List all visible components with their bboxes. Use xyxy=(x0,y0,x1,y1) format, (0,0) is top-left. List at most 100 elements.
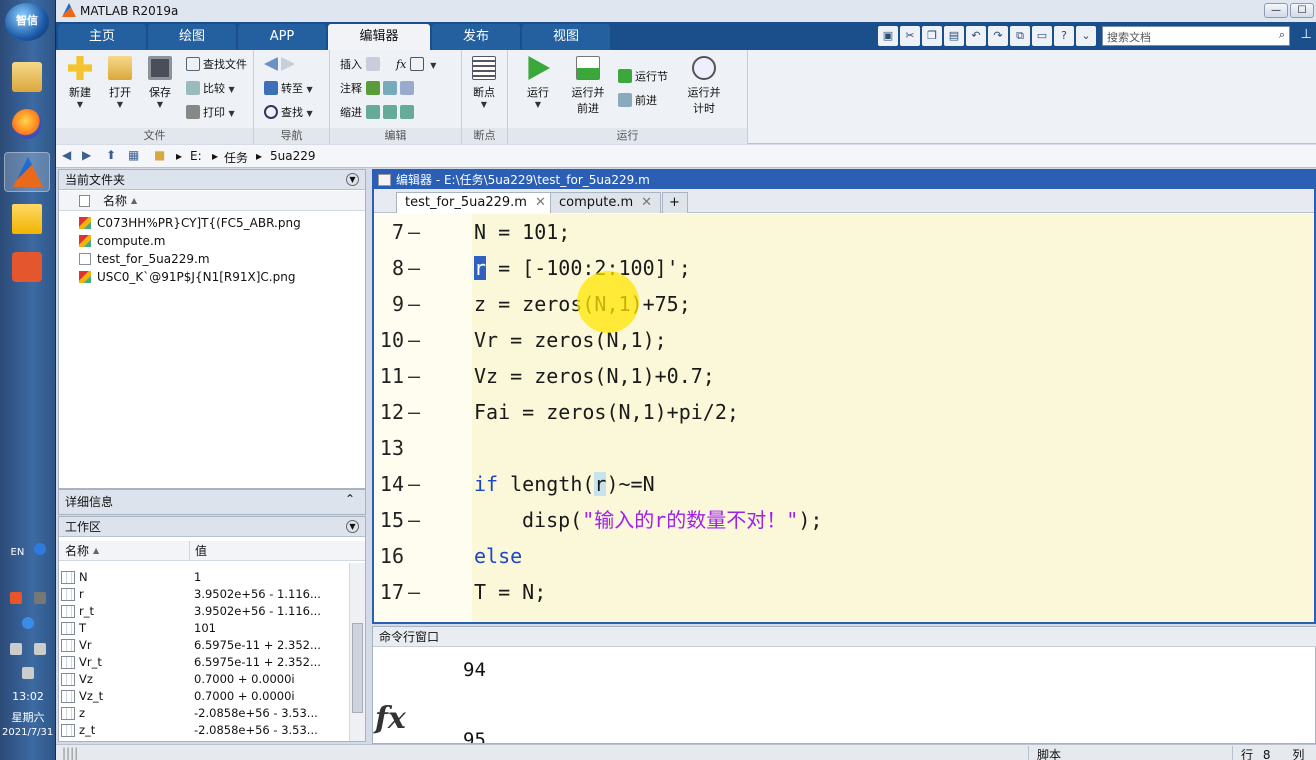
tab-home[interactable]: 主页 xyxy=(58,24,146,50)
tab-view[interactable]: 视图 xyxy=(522,24,610,50)
save-button[interactable]: 保存 ▼ xyxy=(140,54,180,109)
run-section-button[interactable]: 运行节 xyxy=(618,68,668,86)
signal-icon[interactable] xyxy=(33,643,46,655)
command-window[interactable]: 命令行窗口 94 95 fx xyxy=(372,626,1316,744)
qat-save-icon[interactable]: ▣ xyxy=(878,26,898,46)
qat-more-icon[interactable]: ⌄ xyxy=(1076,26,1096,46)
nav-forward-icon[interactable] xyxy=(281,57,295,71)
volume-icon[interactable] xyxy=(22,667,34,679)
breadcrumb-folder-2[interactable]: 5ua229 xyxy=(270,149,316,163)
nav-back-icon[interactable] xyxy=(264,57,278,71)
code-area[interactable]: 7—N = 101; 8—r = [-100:2:100]'; 9—z = ze… xyxy=(374,214,1314,622)
goto-button[interactable]: 转至 ▼ xyxy=(264,80,313,98)
file-name-column-header[interactable]: 名称 ▲ xyxy=(59,191,365,211)
workspace-row[interactable]: Vr_t 6.5975e-11 + 2.352... xyxy=(59,654,349,671)
workspace-row[interactable]: r_t 3.9502e+56 - 1.116... xyxy=(59,603,349,620)
compare-button[interactable]: 比较 ▼ xyxy=(186,80,235,98)
breakpoint-marker[interactable]: — xyxy=(408,286,420,322)
run-button[interactable]: 运行 ▼ xyxy=(518,54,558,109)
back-icon[interactable]: ◀ xyxy=(62,148,78,164)
breakpoint-marker[interactable]: — xyxy=(408,214,420,250)
code-text[interactable]: N = 101; xyxy=(474,214,570,250)
qat-redo-icon[interactable]: ↷ xyxy=(988,26,1008,46)
workspace-row[interactable]: T 101 xyxy=(59,620,349,637)
breakpoint-marker[interactable]: — xyxy=(408,358,420,394)
minimize-button[interactable]: — xyxy=(1264,3,1288,18)
panel-menu-icon[interactable]: ▼ xyxy=(346,173,359,186)
breakpoint-marker[interactable]: — xyxy=(408,466,420,502)
tab-apps[interactable]: APP xyxy=(238,24,326,50)
workspace-row[interactable]: r 3.9502e+56 - 1.116... xyxy=(59,586,349,603)
battery-icon[interactable] xyxy=(10,643,23,655)
tray-chip-icon[interactable] xyxy=(33,592,46,604)
breadcrumb-drive[interactable]: E: xyxy=(190,149,202,163)
workspace-name-column[interactable]: 名称 xyxy=(65,541,89,561)
tab-plots[interactable]: 绘图 xyxy=(148,24,236,50)
new-tab-button[interactable]: + xyxy=(662,192,688,213)
run-and-advance-button[interactable]: 运行并 前进 xyxy=(568,54,608,116)
code-text[interactable]: Fai = zeros(N,1)+pi/2; xyxy=(474,394,739,430)
qat-undo-icon[interactable]: ↶ xyxy=(966,26,986,46)
language-indicator[interactable]: EN xyxy=(0,543,56,558)
qat-copy-icon[interactable]: ❐ xyxy=(922,26,942,46)
forward-icon[interactable]: ▶ xyxy=(82,148,98,164)
breadcrumb-folder-1[interactable]: 任务 xyxy=(224,149,248,166)
maximize-button[interactable]: ☐ xyxy=(1290,3,1314,18)
uncomment-icon[interactable] xyxy=(382,81,397,95)
file-row[interactable]: test_for_5ua229.m xyxy=(79,250,210,268)
code-text[interactable]: else xyxy=(474,538,522,574)
run-and-time-button[interactable]: 运行并 计时 xyxy=(684,54,724,116)
qat-paste-icon[interactable]: ▤ xyxy=(944,26,964,46)
code-text[interactable]: Vz = zeros(N,1)+0.7; xyxy=(474,358,715,394)
search-icon[interactable]: ⌕ xyxy=(1279,28,1285,42)
qat-cut-icon[interactable]: ✂ xyxy=(900,26,920,46)
breakpoint-marker[interactable]: — xyxy=(408,322,420,358)
new-button[interactable]: 新建 ▼ xyxy=(60,54,100,109)
close-tab-icon[interactable]: ✕ xyxy=(535,195,546,210)
file-row[interactable]: C073HH%PR}CY]T{(FC5_ABR.png xyxy=(79,214,301,232)
tray-shield-icon[interactable] xyxy=(22,617,34,629)
print-button[interactable]: 打印 ▼ xyxy=(186,104,235,122)
code-text[interactable]: disp("输入的r的数量不对！"); xyxy=(522,502,822,538)
wrap-comment-icon[interactable] xyxy=(399,81,414,95)
code-text[interactable]: r = [-100:2:100]'; xyxy=(474,250,691,286)
workspace-row[interactable]: Vr 6.5975e-11 + 2.352... xyxy=(59,637,349,654)
code-text[interactable]: T = N; xyxy=(474,574,546,610)
taskbar-pdf[interactable] xyxy=(4,248,50,288)
pin-icon[interactable]: ⊥ xyxy=(1301,27,1312,42)
qat-help-icon[interactable]: ? xyxy=(1054,26,1074,46)
start-orb[interactable]: 智信 xyxy=(5,3,49,41)
workspace-row[interactable]: Vz_t 0.7000 + 0.0000i xyxy=(59,688,349,705)
code-text[interactable]: Vr = zeros(N,1); xyxy=(474,322,667,358)
tab-publish[interactable]: 发布 xyxy=(432,24,520,50)
find-button[interactable]: 查找 ▼ xyxy=(264,104,313,122)
clock-time[interactable]: 13:02 xyxy=(0,690,56,703)
breakpoint-marker[interactable]: — xyxy=(408,502,420,538)
function-browser-icon[interactable]: fx xyxy=(375,701,406,736)
breakpoint-marker[interactable]: — xyxy=(408,250,420,286)
search-documentation-input[interactable]: 搜索文档 ⌕ xyxy=(1102,26,1290,46)
qat-layout-icon[interactable]: ▭ xyxy=(1032,26,1052,46)
workspace-scroll-thumb[interactable] xyxy=(352,623,363,713)
tab-editor[interactable]: 编辑器 xyxy=(328,24,430,50)
comment-button[interactable]: 注释 xyxy=(340,80,417,98)
tray-flag-icon[interactable] xyxy=(10,592,23,604)
indent-button[interactable]: 缩进 xyxy=(340,104,417,122)
taskbar-explorer[interactable] xyxy=(4,58,50,98)
breakpoint-marker[interactable]: — xyxy=(408,394,420,430)
increase-indent-icon[interactable] xyxy=(382,105,397,119)
breakpoint-marker[interactable]: — xyxy=(408,574,420,610)
workspace-row[interactable]: N1 xyxy=(59,569,349,586)
workspace-row[interactable]: z_t -2.0858e+56 - 3.53... xyxy=(59,722,349,739)
workspace-row[interactable]: Vz 0.7000 + 0.0000i xyxy=(59,671,349,688)
qat-switch-icon[interactable]: ⧉ xyxy=(1010,26,1030,46)
taskbar-matlab[interactable] xyxy=(4,152,50,192)
details-panel[interactable]: 详细信息 ⌃ xyxy=(58,489,366,515)
breakpoints-button[interactable]: 断点 ▼ xyxy=(464,54,504,109)
browse-folder-icon[interactable]: ▦ xyxy=(128,148,144,164)
editor-tab-compute[interactable]: compute.m ✕ xyxy=(550,192,662,213)
open-button[interactable]: 打开 ▼ xyxy=(100,54,140,109)
editor-tab-test-for-5ua229[interactable]: test_for_5ua229.m ✕ xyxy=(396,192,555,213)
taskbar-firefox[interactable] xyxy=(4,105,50,145)
back-forward-buttons[interactable] xyxy=(264,56,298,74)
